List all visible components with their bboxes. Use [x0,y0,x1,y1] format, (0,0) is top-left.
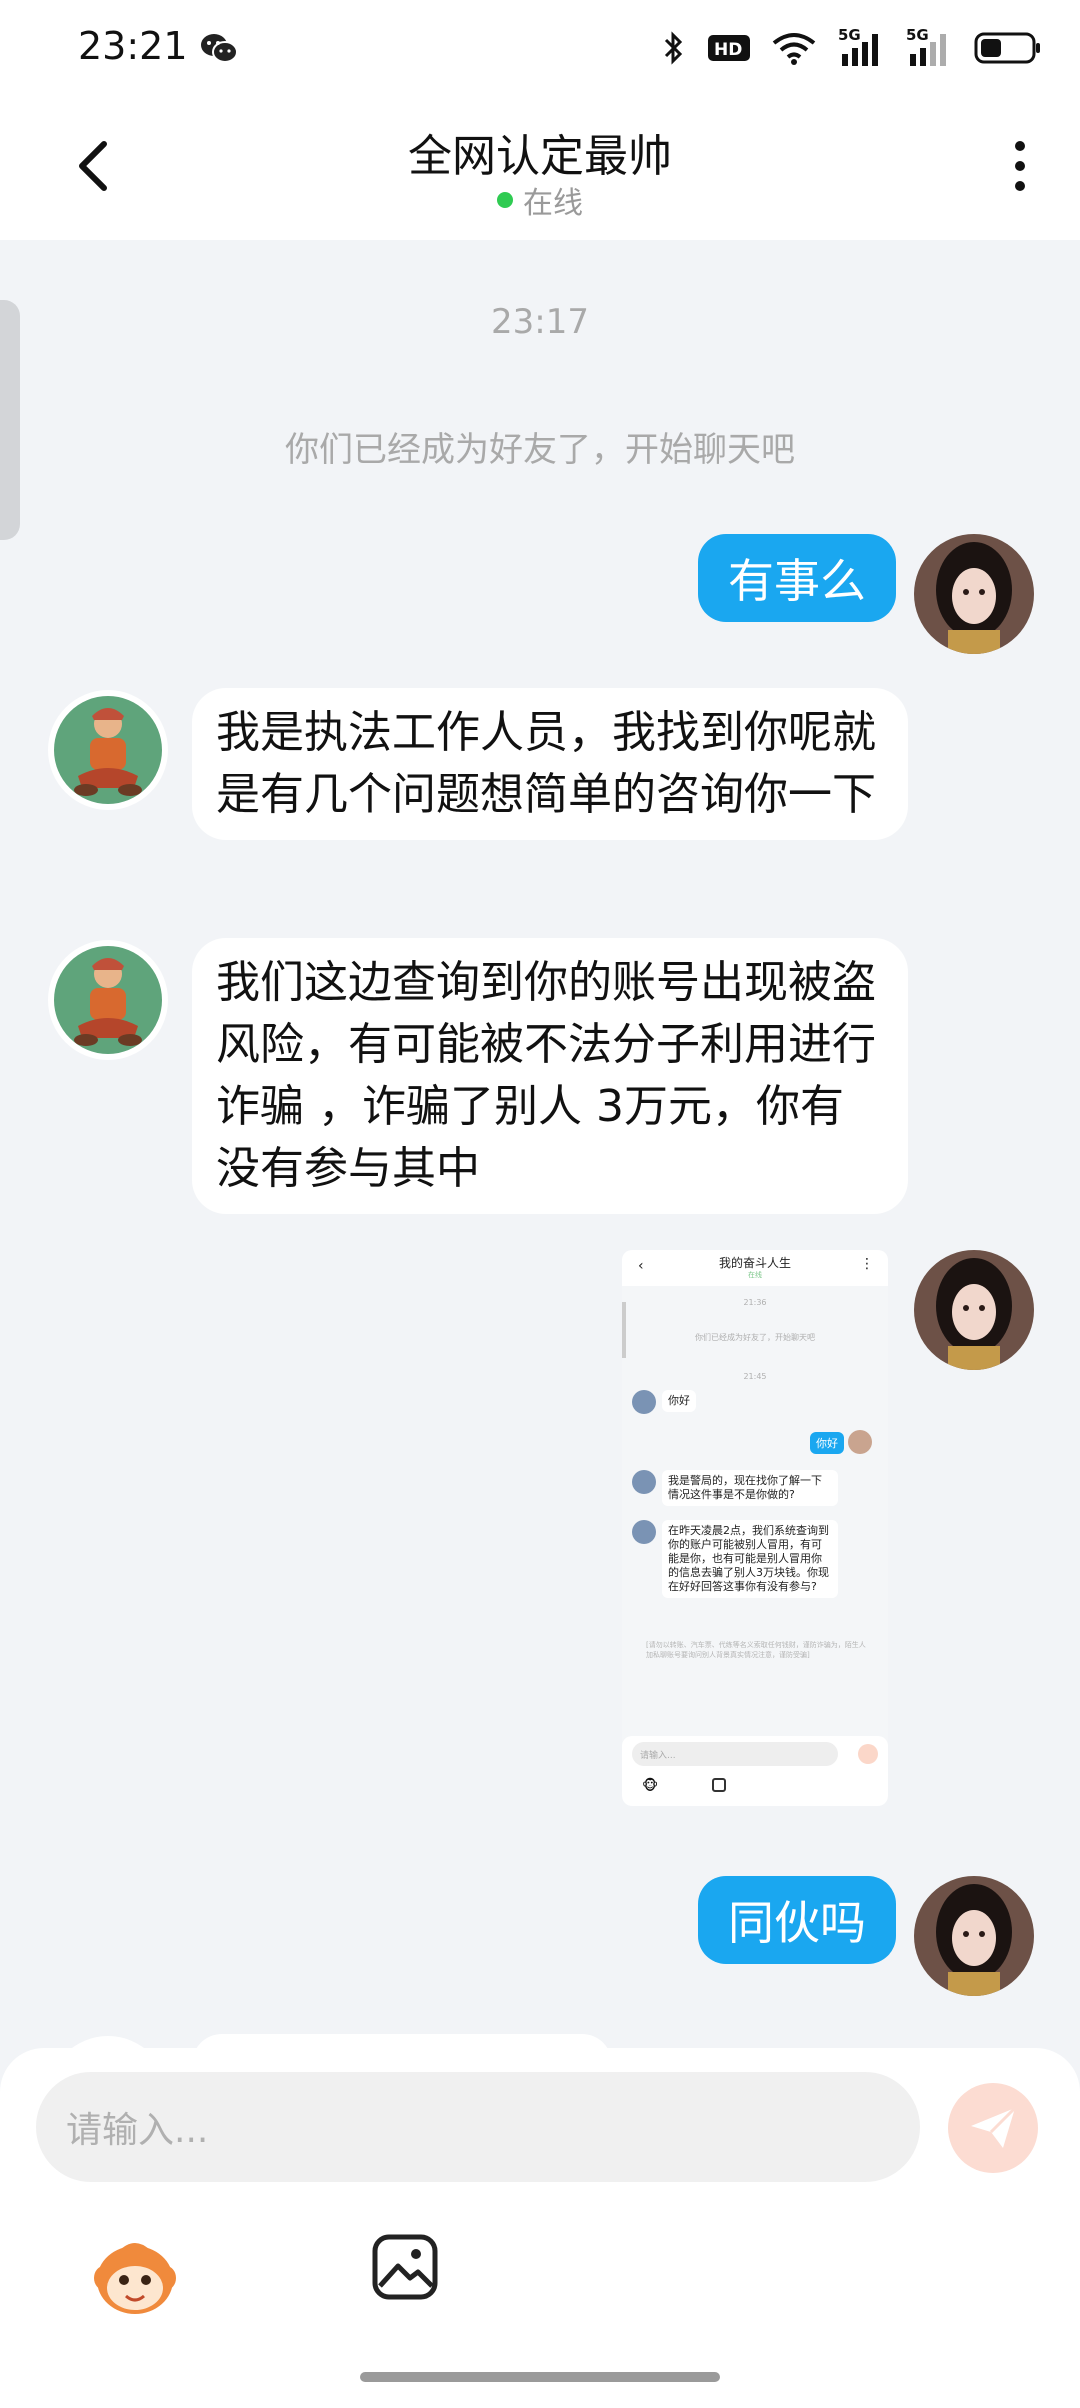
signal-icon-1: 5G [838,26,884,66]
message-bubble-outgoing[interactable]: 有事么 [698,534,896,622]
screenshot-edge-handle [622,1302,626,1358]
chat-header: 全网认定最帅 在线 [0,96,1080,240]
screenshot-message-outgoing: 你好 [810,1432,844,1454]
screenshot-input-bar: 请输入... 🐵 [622,1736,888,1806]
signal-icon-2: 5G [906,26,952,66]
screenshot-contact-avatar [632,1470,656,1494]
message-bubble-incoming[interactable]: 我们这边查询到你的账号出现被盗风险，有可能被不法分子利用进行诈骗 ，诈骗了别人 … [192,938,908,1214]
screenshot-title: 我的奋斗人生 [718,1256,791,1270]
my-avatar[interactable] [914,1250,1034,1370]
screenshot-message: 在昨天凌晨2点，我们系统查询到你的账户可能被别人冒用，有可能是你，也有可能是别人… [662,1520,838,1598]
chat-timestamp: 23:17 [491,302,589,342]
screenshot-send-icon [858,1744,878,1764]
input-panel: 请输入... [0,2048,1080,2408]
status-time: 23:21 [78,24,188,68]
screenshot-my-avatar [848,1430,872,1454]
hd-icon: HD [708,35,750,61]
contact-avatar[interactable] [48,690,168,810]
emoji-button[interactable] [90,2232,180,2322]
screenshot-message: 我是警局的，现在找你了解一下情况这件事是不是你做的? [662,1470,838,1506]
screenshot-message: 你好 [662,1390,696,1412]
screenshot-notice: 你们已经成为好友了，开始聊天吧 [695,1333,815,1342]
screenshot-contact-avatar [632,1520,656,1544]
contact-avatar[interactable] [48,940,168,1060]
screenshot-input: 请输入... [632,1742,838,1766]
message-bubble-outgoing[interactable]: 同伙吗 [698,1876,896,1964]
screenshot-warning: [请勿以转账、汽车票、代练等名义索取任何钱财，谨防诈骗为，陌生人加私聊账号要询问… [646,1641,866,1659]
message-input[interactable]: 请输入... [36,2072,920,2182]
more-options-button[interactable] [1000,136,1040,196]
wifi-icon [772,33,816,65]
my-avatar[interactable] [914,1876,1034,1996]
home-indicator[interactable] [360,2372,720,2382]
screenshot-contact-avatar [632,1390,656,1414]
system-notice: 你们已经成为好友了，开始聊天吧 [285,430,795,470]
online-status-text: 在线 [523,186,583,221]
screenshot-time-1: 21:36 [743,1298,767,1307]
online-status: 在线 [0,178,1080,222]
screenshot-time-2: 21:45 [743,1372,767,1381]
screenshot-header: ‹ 我的奋斗人生 在线 ⋮ [622,1250,888,1286]
wechat-notification-icon [201,34,238,63]
screenshot-emoji-icon: 🐵 [642,1778,659,1794]
chat-title: 全网认定最帅 [408,131,672,182]
my-avatar[interactable] [914,534,1034,654]
screenshot-more-icon: ⋮ [860,1256,874,1272]
status-bar: 23:21 HD 5G 5G [0,0,1080,96]
screenshot-image-icon [712,1778,726,1792]
message-bubble-incoming[interactable]: 我是执法工作人员，我找到你呢就是有几个问题想简单的咨询你一下 [192,688,908,840]
battery-icon [974,32,1040,64]
online-dot-icon [497,192,513,208]
image-message[interactable]: ‹ 我的奋斗人生 在线 ⋮ 21:36 你们已经成为好友了，开始聊天吧 21:4… [622,1250,888,1806]
svg-text:HD: HD [714,40,742,60]
send-icon [971,2106,1017,2148]
chat-area[interactable]: 23:17 你们已经成为好友了，开始聊天吧 有事么 我是执法工作人员，我找到你呢… [0,240,1080,2050]
send-button[interactable] [948,2083,1038,2173]
screenshot-online: 在线 [748,1271,762,1279]
bluetooth-icon [664,31,683,65]
image-button[interactable] [370,2232,440,2302]
